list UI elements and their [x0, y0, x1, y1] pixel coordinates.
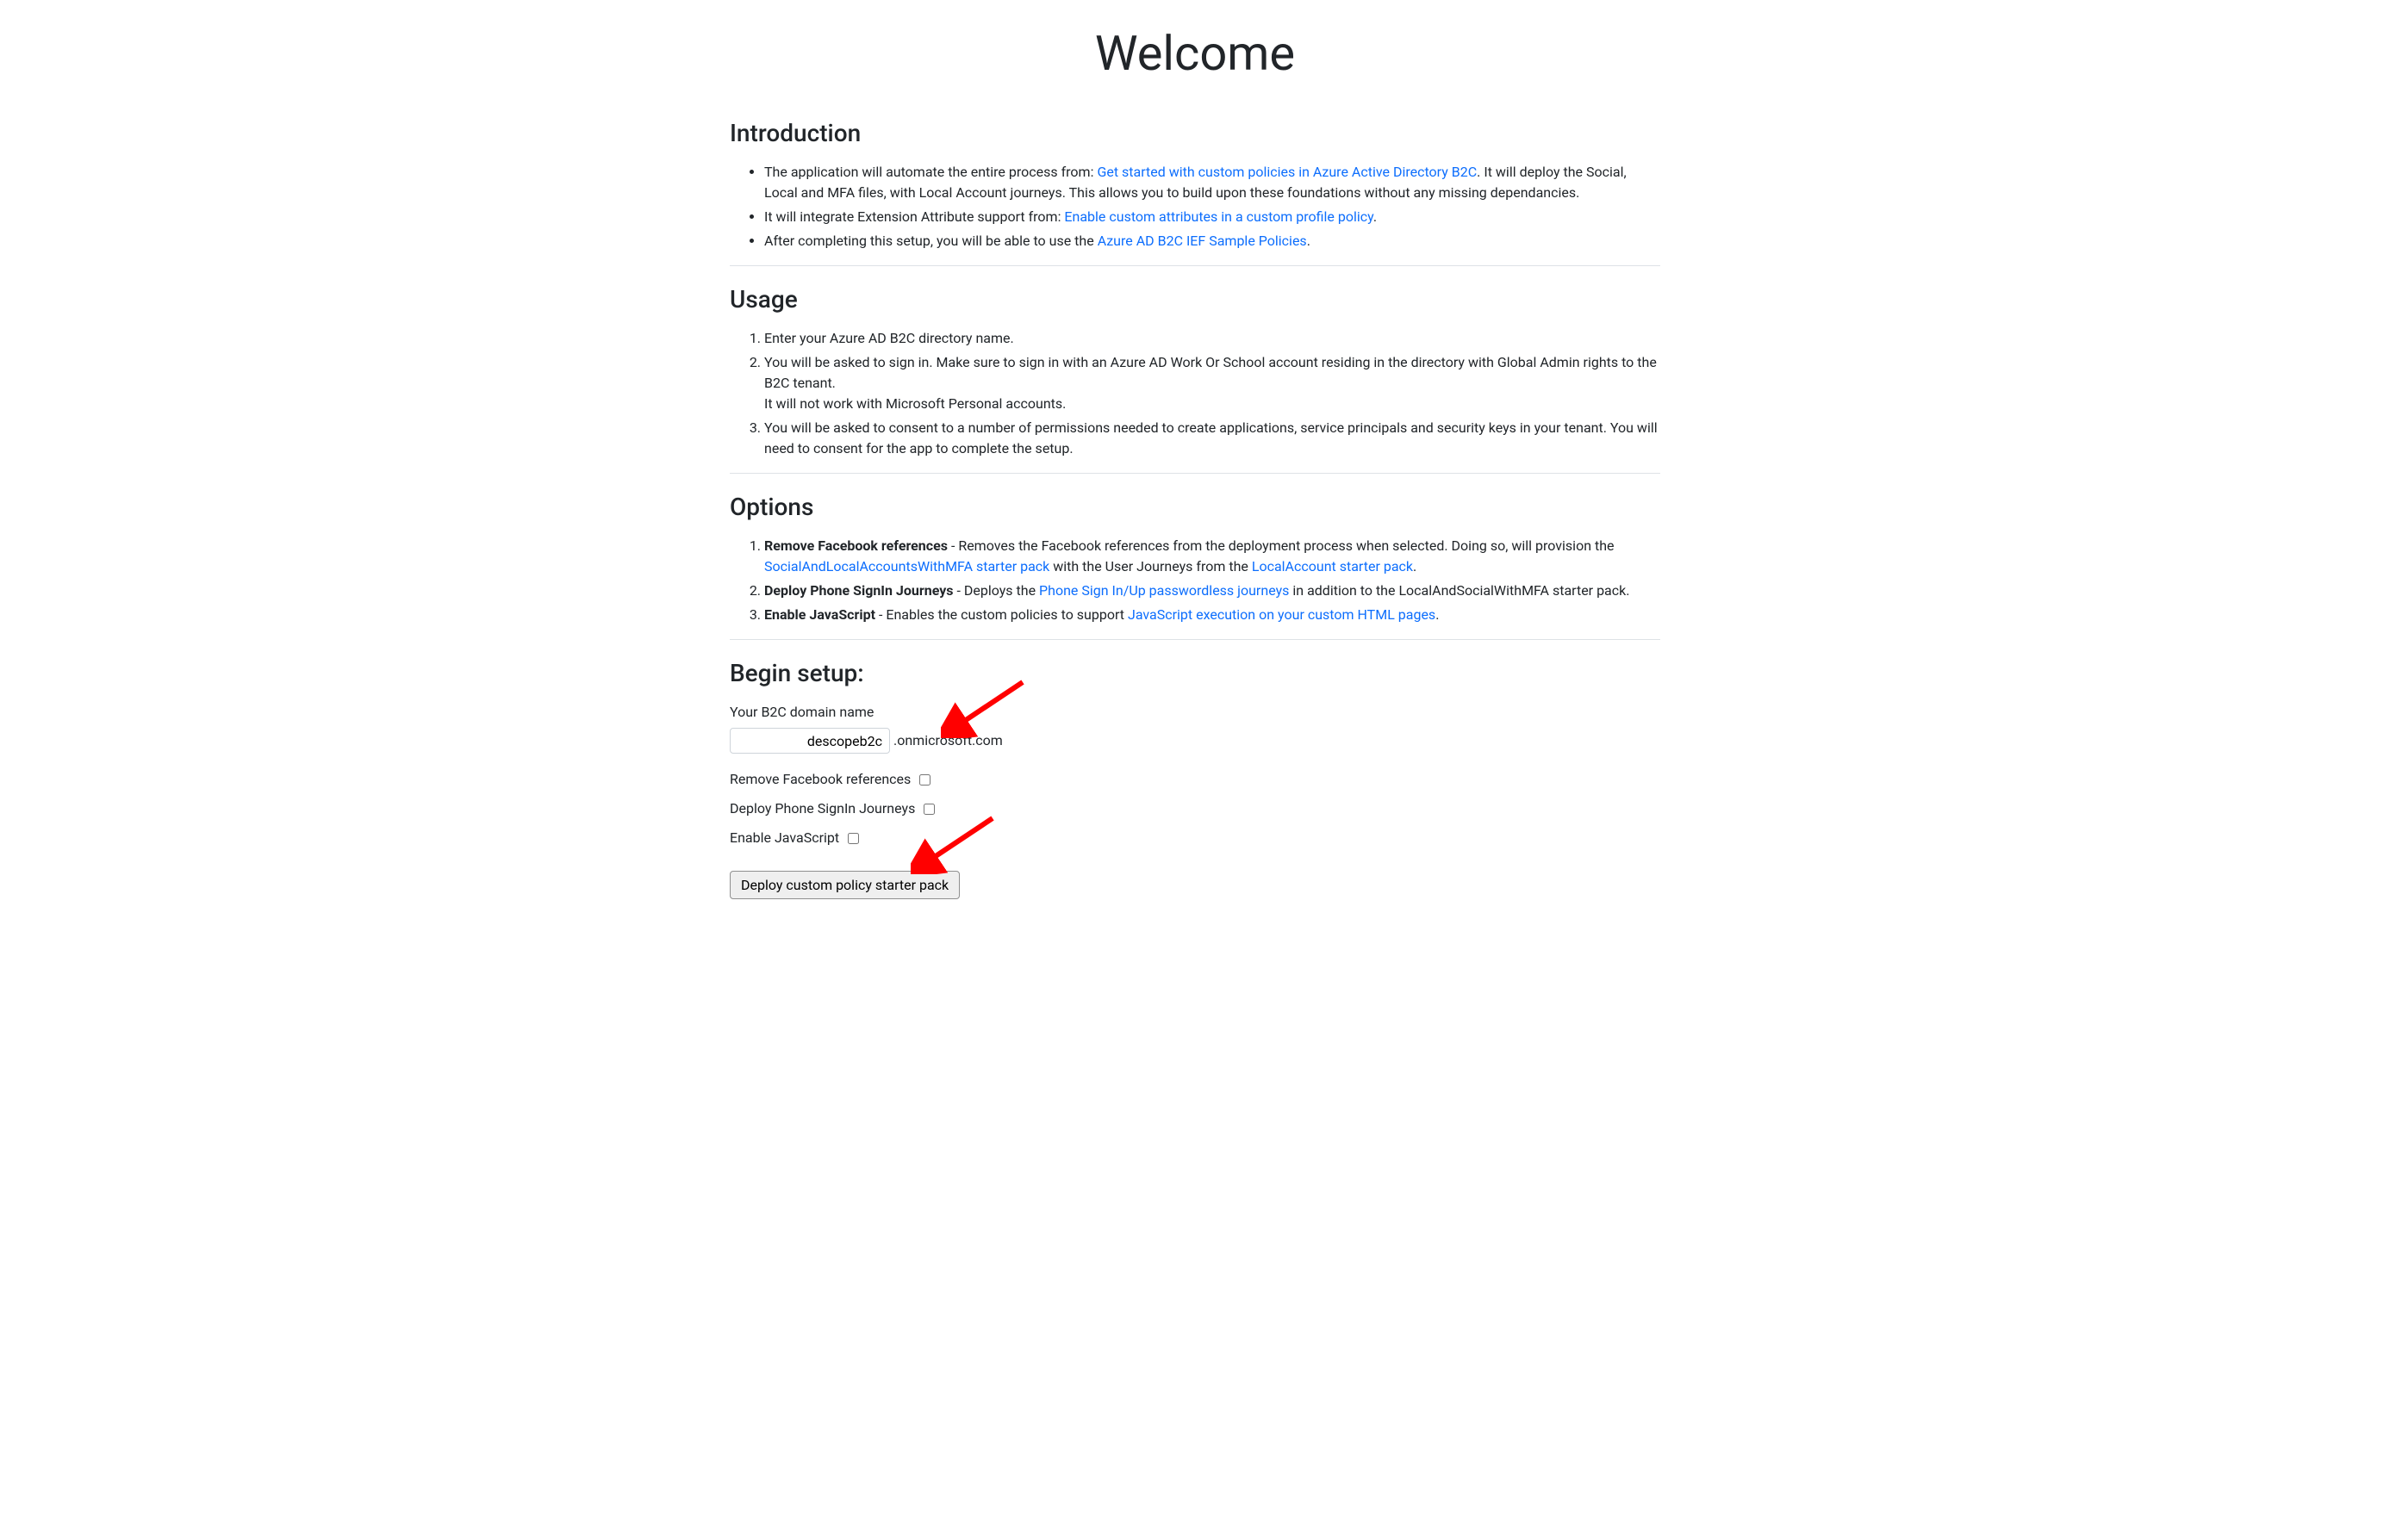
- intro-item-3-pre: After completing this setup, you will be…: [764, 233, 1098, 249]
- usage-item-3: You will be asked to consent to a number…: [764, 418, 1660, 459]
- options-list: Remove Facebook references - Removes the…: [730, 536, 1660, 625]
- usage-item-1: Enter your Azure AD B2C directory name.: [764, 328, 1660, 349]
- option-link-phone-journeys[interactable]: Phone Sign In/Up passwordless journeys: [1039, 582, 1289, 599]
- intro-link-custom-policies[interactable]: Get started with custom policies in Azur…: [1097, 164, 1477, 180]
- domain-suffix: .onmicrosoft.com: [893, 730, 1003, 751]
- intro-item-3: After completing this setup, you will be…: [764, 231, 1660, 251]
- checkbox-label-enable-js: Enable JavaScript: [730, 828, 839, 848]
- intro-item-2-pre: It will integrate Extension Attribute su…: [764, 208, 1064, 225]
- usage-item-2: You will be asked to sign in. Make sure …: [764, 352, 1660, 414]
- checkbox-label-remove-fb: Remove Facebook references: [730, 769, 911, 790]
- option-enable-js-t1: - Enables the custom policies to support: [875, 606, 1128, 623]
- page-title: Welcome: [730, 17, 1660, 90]
- option-remove-fb-t1: - Removes the Facebook references from t…: [948, 537, 1615, 554]
- b2c-domain-input[interactable]: [730, 728, 890, 754]
- intro-link-custom-attributes[interactable]: Enable custom attributes in a custom pro…: [1064, 208, 1372, 225]
- intro-item-1-pre: The application will automate the entire…: [764, 164, 1097, 180]
- divider: [730, 473, 1660, 474]
- checkbox-label-deploy-phone: Deploy Phone SignIn Journeys: [730, 798, 915, 819]
- option-remove-fb-t3: .: [1413, 558, 1416, 574]
- option-remove-fb-bold: Remove Facebook references: [764, 537, 948, 554]
- begin-setup-heading: Begin setup:: [730, 655, 1660, 692]
- domain-label: Your B2C domain name: [730, 702, 1660, 723]
- intro-item-1: The application will automate the entire…: [764, 162, 1660, 203]
- option-enable-js-t2: .: [1435, 606, 1439, 623]
- option-deploy-phone-t1: - Deploys the: [954, 582, 1040, 599]
- usage-list: Enter your Azure AD B2C directory name. …: [730, 328, 1660, 459]
- option-remove-fb-t2: with the User Journeys from the: [1049, 558, 1252, 574]
- introduction-list: The application will automate the entire…: [730, 162, 1660, 251]
- divider: [730, 265, 1660, 266]
- intro-item-2: It will integrate Extension Attribute su…: [764, 207, 1660, 227]
- intro-item-3-post: .: [1307, 233, 1310, 249]
- option-enable-js-bold: Enable JavaScript: [764, 606, 875, 623]
- option-link-social-mfa-pack[interactable]: SocialAndLocalAccountsWithMFA starter pa…: [764, 558, 1049, 574]
- option-deploy-phone-bold: Deploy Phone SignIn Journeys: [764, 582, 954, 599]
- option-deploy-phone-t2: in addition to the LocalAndSocialWithMFA…: [1289, 582, 1629, 599]
- divider: [730, 639, 1660, 640]
- intro-link-ief-samples[interactable]: Azure AD B2C IEF Sample Policies: [1098, 233, 1307, 249]
- option-link-localaccount-pack[interactable]: LocalAccount starter pack: [1252, 558, 1413, 574]
- intro-item-2-post: .: [1373, 208, 1377, 225]
- checkbox-enable-js[interactable]: [848, 833, 859, 844]
- checkbox-remove-fb[interactable]: [919, 774, 930, 786]
- deploy-button[interactable]: Deploy custom policy starter pack: [730, 871, 960, 899]
- options-heading: Options: [730, 489, 1660, 525]
- option-remove-fb: Remove Facebook references - Removes the…: [764, 536, 1660, 577]
- introduction-heading: Introduction: [730, 115, 1660, 152]
- checkbox-deploy-phone[interactable]: [924, 804, 935, 815]
- option-link-js-pages[interactable]: JavaScript execution on your custom HTML…: [1128, 606, 1435, 623]
- usage-heading: Usage: [730, 282, 1660, 318]
- option-deploy-phone: Deploy Phone SignIn Journeys - Deploys t…: [764, 581, 1660, 601]
- option-enable-js: Enable JavaScript - Enables the custom p…: [764, 605, 1660, 625]
